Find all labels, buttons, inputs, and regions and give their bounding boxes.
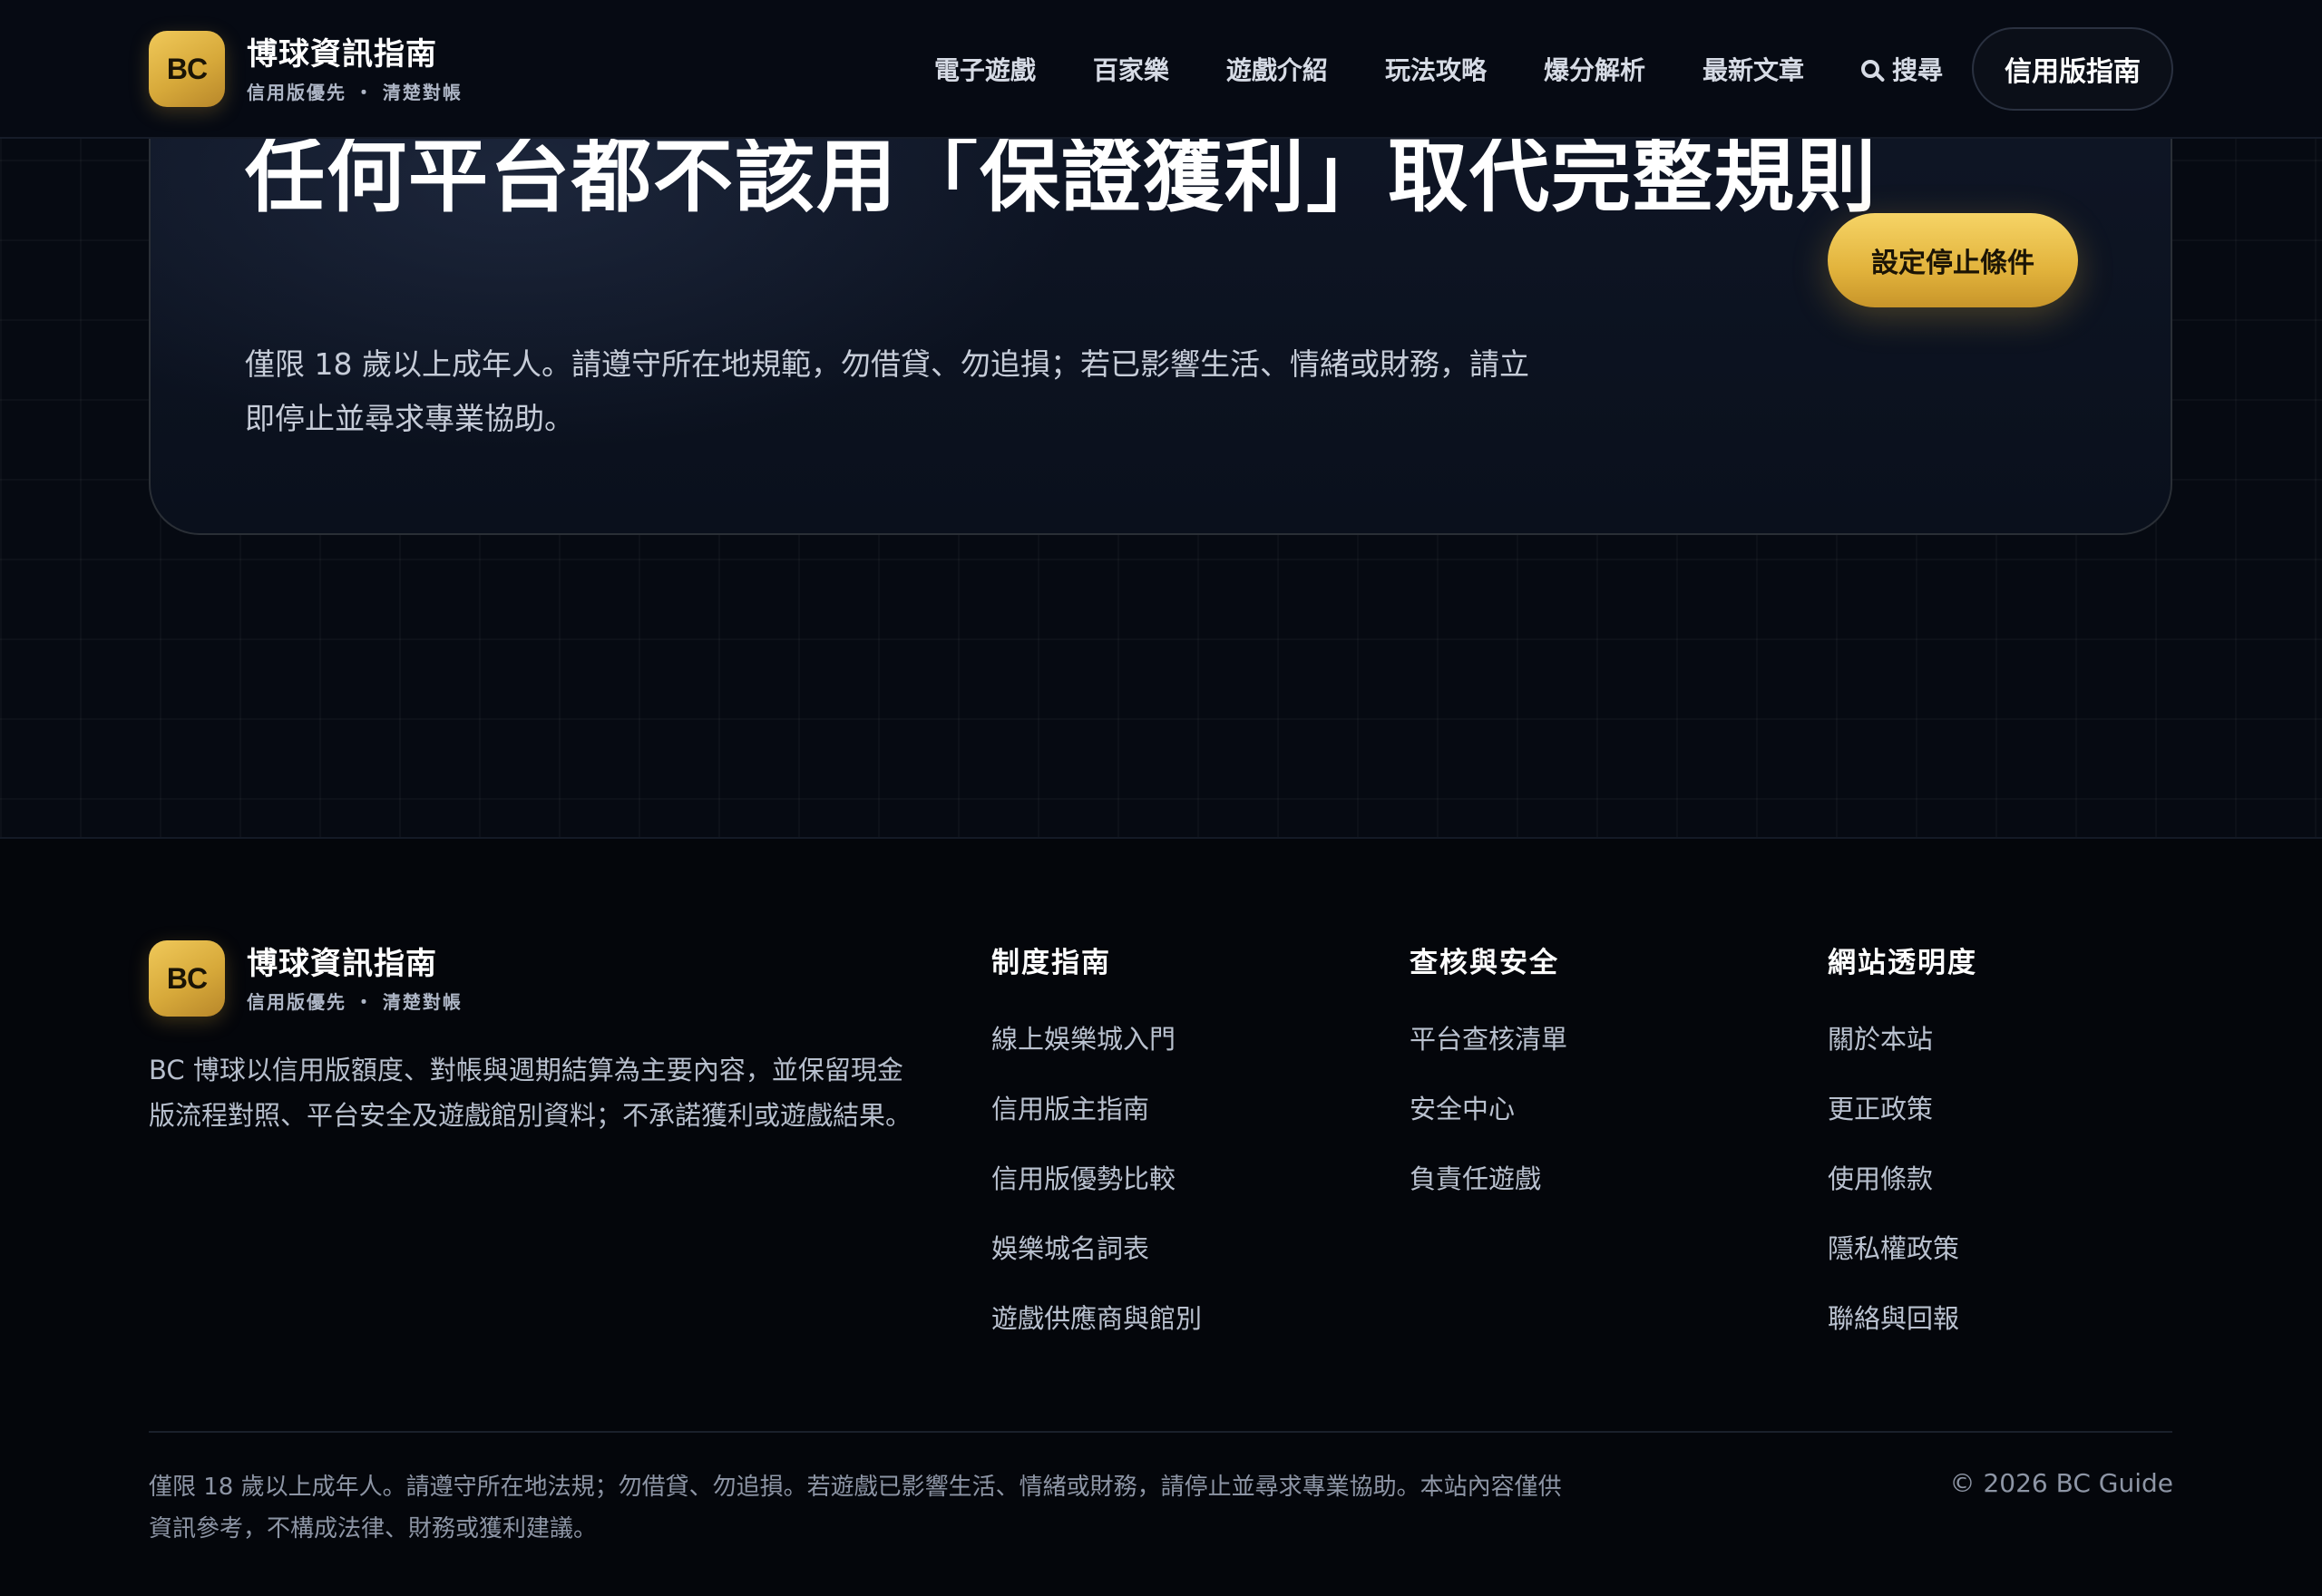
footer-link[interactable]: 信用版主指南 [991, 1094, 1149, 1124]
nav-search-button[interactable]: 搜尋 [1860, 51, 1943, 87]
site-header: BC 博球資訊指南 信用版優先 ・ 清楚對帳 電子遊戲 百家樂 遊戲介紹 玩法攻… [0, 0, 2322, 139]
nav-item-game-intro[interactable]: 遊戲介紹 [1226, 51, 1328, 87]
footer-link[interactable]: 更正政策 [1828, 1094, 1933, 1124]
footer-link[interactable]: 遊戲供應商與館別 [991, 1303, 1202, 1334]
footer-link[interactable]: 安全中心 [1410, 1094, 1515, 1124]
footer-brand-tagline: 信用版優先 ・ 清楚對帳 [247, 990, 463, 1013]
site-footer: BC 博球資訊指南 信用版優先 ・ 清楚對帳 BC 博球以信用版額度、對帳與週期… [0, 839, 2322, 1596]
page: 任何平台都不該用「保證獲利」取代完整規則 僅限 18 歲以上成年人。請遵守所在地… [0, 0, 2322, 1596]
set-stop-conditions-button[interactable]: 設定停止條件 [1828, 213, 2078, 307]
nav-item-latest-articles[interactable]: 最新文章 [1702, 51, 1804, 87]
footer-column-transparency: 網站透明度 關於本站 更正政策 使用條款 隱私權政策 聯絡與回報 [1828, 943, 1977, 1370]
footer-link[interactable]: 娛樂城名詞表 [991, 1233, 1149, 1264]
footer-column-title: 查核與安全 [1410, 947, 1559, 979]
nav-item-analysis[interactable]: 爆分解析 [1544, 51, 1645, 87]
footer-link[interactable]: 關於本站 [1828, 1024, 1933, 1055]
nav-search-label: 搜尋 [1891, 55, 1943, 85]
footer-about-text: BC 博球以信用版額度、對帳與週期結算為主要內容，並保留現金版流程對照、平台安全… [149, 1055, 912, 1131]
footer-link[interactable]: 平台查核清單 [1410, 1024, 1567, 1055]
footer-column-guides: 制度指南 線上娛樂城入門 信用版主指南 信用版優勢比較 娛樂城名詞表 遊戲供應商… [991, 943, 1202, 1370]
hero-description: 僅限 18 歲以上成年人。請遵守所在地規範，勿借貸、勿追損；若已影響生活、情緒或… [245, 346, 1529, 436]
header-brand-link[interactable]: BC 博球資訊指南 信用版優先 ・ 清楚對帳 [149, 31, 463, 107]
footer-link[interactable]: 負責任遊戲 [1410, 1163, 1541, 1194]
footer-brand-name: 博球資訊指南 [247, 945, 437, 982]
credit-guide-button[interactable]: 信用版指南 [1972, 27, 2173, 111]
hero-card: 任何平台都不該用「保證獲利」取代完整規則 僅限 18 歲以上成年人。請遵守所在地… [149, 73, 2172, 535]
footer-brand-link[interactable]: BC 博球資訊指南 信用版優先 ・ 清楚對帳 [149, 940, 463, 1017]
footer-link[interactable]: 線上娛樂城入門 [991, 1024, 1176, 1055]
footer-link[interactable]: 信用版優勢比較 [991, 1163, 1176, 1194]
brand-name: 博球資訊指南 [247, 35, 437, 73]
brand-logo: BC [149, 31, 225, 107]
footer-link[interactable]: 隱私權政策 [1828, 1233, 1959, 1264]
brand-text: 博球資訊指南 信用版優先 ・ 清楚對帳 [247, 34, 463, 104]
search-icon [1860, 60, 1879, 78]
footer-link[interactable]: 聯絡與回報 [1828, 1303, 1959, 1334]
footer-column-title: 網站透明度 [1828, 947, 1977, 979]
footer-brand-logo: BC [149, 940, 225, 1017]
footer-column-safety: 查核與安全 平台查核清單 安全中心 負責任遊戲 [1410, 943, 1567, 1231]
nav-item-baccarat[interactable]: 百家樂 [1093, 51, 1169, 87]
footer-link[interactable]: 使用條款 [1828, 1163, 1933, 1194]
footer-brand-text: 博球資訊指南 信用版優先 ・ 清楚對帳 [247, 944, 463, 1014]
copyright: © 2026 BC Guide [1949, 1468, 2173, 1498]
brand-tagline: 信用版優先 ・ 清楚對帳 [247, 81, 463, 103]
nav-item-strategy[interactable]: 玩法攻略 [1385, 51, 1487, 87]
main-nav: 電子遊戲 百家樂 遊戲介紹 玩法攻略 爆分解析 最新文章 搜尋 信用版指南 [877, 27, 2173, 111]
footer-divider [149, 1431, 2172, 1433]
nav-item-electronic-games[interactable]: 電子遊戲 [934, 51, 1036, 87]
footer-column-title: 制度指南 [991, 947, 1111, 979]
hero-title: 任何平台都不該用「保證獲利」取代完整規則 [245, 130, 1878, 223]
footer-legal-notice: 僅限 18 歲以上成年人。請遵守所在地法規；勿借貸、勿追損。若遊戲已影響生活、情… [149, 1474, 1562, 1542]
